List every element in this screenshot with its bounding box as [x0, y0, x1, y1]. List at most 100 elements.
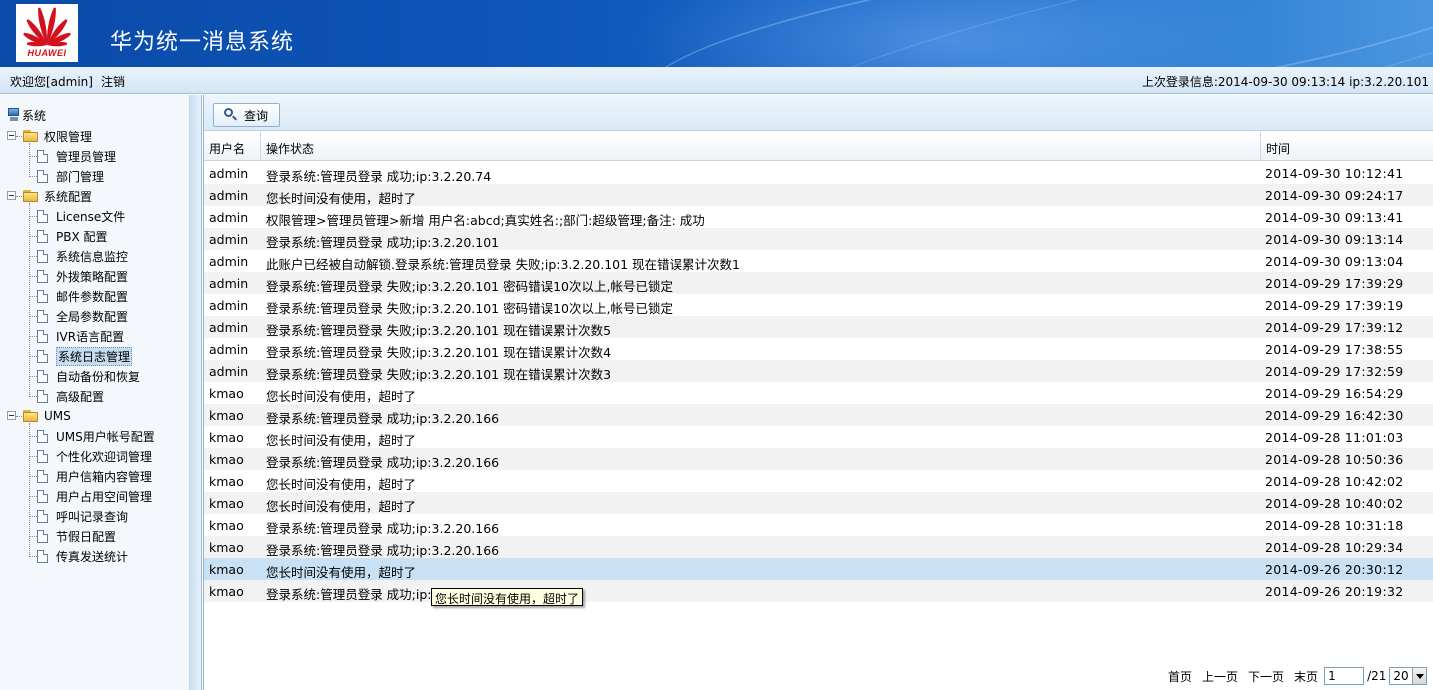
- collapse-toggle-icon[interactable]: [7, 411, 16, 420]
- logo-text: HUAWEI: [27, 48, 67, 58]
- tree-connector: [29, 536, 37, 537]
- tree-item[interactable]: 邮件参数配置: [37, 287, 128, 305]
- table-row[interactable]: kmao 您长时间没有使用，超时了 2014-09-28 10:40:02: [204, 492, 1433, 514]
- cell-status: 此账户已经被自动解锁.登录系统:管理员登录 失败;ip:3.2.20.101 现…: [266, 257, 741, 272]
- document-icon: [37, 389, 48, 403]
- table-header: 用户名 操作状态 时间: [204, 132, 1433, 161]
- next-page-link[interactable]: 下一页: [1248, 668, 1284, 685]
- collapse-toggle-icon[interactable]: [7, 191, 16, 200]
- cell-username: admin: [209, 298, 249, 313]
- cell-status: 您长时间没有使用，超时了: [266, 191, 417, 206]
- table-row[interactable]: admin 登录系统:管理员登录 失败;ip:3.2.20.101 现在错误累计次…: [204, 316, 1433, 338]
- last-page-link[interactable]: 末页: [1294, 668, 1318, 685]
- tree-item[interactable]: 节假日配置: [37, 527, 116, 545]
- tree-root-system[interactable]: 系统: [8, 107, 46, 123]
- logout-link[interactable]: 注销: [101, 73, 125, 90]
- document-icon: [37, 509, 48, 523]
- prev-page-link[interactable]: 上一页: [1202, 668, 1238, 685]
- cell-time: 2014-09-26 20:19:32: [1265, 584, 1404, 599]
- cell-time: 2014-09-29 16:54:29: [1265, 386, 1404, 401]
- tree-item[interactable]: 传真发送统计: [37, 547, 128, 565]
- tree-item[interactable]: 高级配置: [37, 387, 104, 405]
- row-tooltip: 您长时间没有使用，超时了: [431, 588, 584, 606]
- tree-item[interactable]: 自动备份和恢复: [37, 367, 140, 385]
- table-row[interactable]: admin 登录系统:管理员登录 失败;ip:3.2.20.101 现在错误累计次…: [204, 338, 1433, 360]
- table-row[interactable]: kmao 您长时间没有使用，超时了 2014-09-26 20:30:12: [204, 558, 1433, 580]
- tree-item-label: 个性化欢迎词管理: [56, 449, 153, 464]
- table-row[interactable]: admin 登录系统:管理员登录 失败;ip:3.2.20.101 密码错误10次…: [204, 272, 1433, 294]
- cell-time: 2014-09-30 09:13:14: [1265, 232, 1404, 247]
- cell-username: admin: [209, 166, 249, 181]
- cell-username: kmao: [209, 584, 244, 599]
- tree-connector: [29, 496, 37, 497]
- column-header-time[interactable]: 时间: [1266, 140, 1290, 157]
- tree-item[interactable]: 外拨策略配置: [37, 267, 128, 285]
- cell-username: kmao: [209, 408, 244, 423]
- welcome-text: 欢迎您[admin]: [10, 75, 93, 89]
- main-panel: 查询 用户名 操作状态 时间 admin 登录系统:管理员登录 成功;ip:3.2…: [203, 95, 1433, 690]
- folder-open-icon: [22, 189, 40, 203]
- table-row[interactable]: admin 权限管理>管理员管理>新增 用户名:abcd;真实姓名:;部门:超级管…: [204, 206, 1433, 228]
- column-header-status[interactable]: 操作状态: [266, 140, 314, 157]
- tree-item[interactable]: PBX 配置: [37, 227, 108, 245]
- tree-item[interactable]: UMS用户帐号配置: [37, 427, 155, 445]
- cell-time: 2014-09-28 11:01:03: [1265, 430, 1404, 445]
- table-row[interactable]: admin 此账户已经被自动解锁.登录系统:管理员登录 失败;ip:3.2.20.…: [204, 250, 1433, 272]
- table-row[interactable]: kmao 登录系统:管理员登录 成功;ip:3.2.20.166 2014-09-2…: [204, 536, 1433, 558]
- table-row[interactable]: admin 登录系统:管理员登录 失败;ip:3.2.20.101 密码错误10次…: [204, 294, 1433, 316]
- page-size-select[interactable]: 20: [1389, 667, 1428, 685]
- cell-time: 2014-09-29 17:38:55: [1265, 342, 1404, 357]
- tree-item[interactable]: 部门管理: [37, 167, 104, 185]
- column-header-username[interactable]: 用户名: [209, 140, 245, 157]
- column-divider[interactable]: [260, 132, 261, 160]
- cell-username: admin: [209, 320, 249, 335]
- page-number-input[interactable]: [1324, 667, 1365, 685]
- cell-time: 2014-09-28 10:31:18: [1265, 518, 1404, 533]
- table-row[interactable]: admin 登录系统:管理员登录 成功;ip:3.2.20.74 2014-09-3…: [204, 162, 1433, 184]
- table-row[interactable]: kmao 登录系统:管理员登录 成功;ip:3.2.20.166 2014-09-2…: [204, 404, 1433, 426]
- tree-group[interactable]: 权限管理: [22, 127, 92, 145]
- cell-username: admin: [209, 210, 249, 225]
- query-button-label: 查询: [244, 108, 269, 123]
- tree-item[interactable]: 呼叫记录查询: [37, 507, 128, 525]
- query-button[interactable]: 查询: [213, 103, 280, 127]
- sidebar-tree: 系统 权限管理管理员管理部门管理系统配置 License文件 PBX 配置系统信息…: [0, 95, 190, 690]
- table-row[interactable]: kmao 您长时间没有使用，超时了 2014-09-28 10:42:02: [204, 470, 1433, 492]
- cell-username: admin: [209, 276, 249, 291]
- computer-icon: [8, 108, 20, 122]
- tree-item[interactable]: 用户占用空间管理: [37, 487, 152, 505]
- tree-group-label: 权限管理: [44, 129, 93, 144]
- tree-item-label: 高级配置: [56, 389, 105, 404]
- tree-connector: [29, 296, 37, 297]
- tree-item[interactable]: 系统日志管理: [37, 346, 133, 366]
- tree-item-label: 呼叫记录查询: [56, 509, 129, 524]
- table-row[interactable]: kmao 您长时间没有使用，超时了 2014-09-28 11:01:03: [204, 426, 1433, 448]
- tree-group[interactable]: 系统配置: [22, 187, 92, 205]
- tree-item[interactable]: 管理员管理: [37, 147, 116, 165]
- tree-item-label: PBX 配置: [56, 229, 108, 244]
- document-icon: [37, 249, 48, 263]
- tree-item[interactable]: 个性化欢迎词管理: [37, 447, 152, 465]
- tree-item[interactable]: 全局参数配置: [37, 307, 128, 325]
- column-divider[interactable]: [1260, 132, 1261, 160]
- tree-item[interactable]: 系统信息监控: [37, 247, 128, 265]
- sidebar-splitter[interactable]: [190, 95, 202, 690]
- app-title: 华为统一消息系统: [110, 30, 295, 55]
- table-row[interactable]: admin 您长时间没有使用，超时了 2014-09-30 09:24:17: [204, 184, 1433, 206]
- table-row[interactable]: kmao 您长时间没有使用，超时了 2014-09-29 16:54:29: [204, 382, 1433, 404]
- tree-item[interactable]: 用户信箱内容管理: [37, 467, 152, 485]
- last-login-info: 上次登录信息:2014-09-30 09:13:14 ip:3.2.20.101: [1141, 75, 1429, 89]
- first-page-link[interactable]: 首页: [1168, 668, 1192, 685]
- cell-time: 2014-09-28 10:29:34: [1265, 540, 1404, 555]
- table-row[interactable]: kmao 登录系统:管理员登录 成功;ip:3.2.20.166 2014-09-2…: [204, 514, 1433, 536]
- tree-connector: [29, 276, 37, 277]
- cell-username: admin: [209, 232, 249, 247]
- table-row[interactable]: kmao 登录系统:管理员登录 成功;ip:3.2.20.166 2014-09-2…: [204, 448, 1433, 470]
- collapse-toggle-icon[interactable]: [7, 131, 16, 140]
- table-row[interactable]: kmao 登录系统:管理员登录 成功;ip:3.2.20.166 2014-09-2…: [204, 580, 1433, 602]
- tree-connector: [29, 476, 37, 477]
- tree-item[interactable]: IVR语言配置: [37, 327, 124, 345]
- table-row[interactable]: admin 登录系统:管理员登录 失败;ip:3.2.20.101 现在错误累计次…: [204, 360, 1433, 382]
- table-row[interactable]: admin 登录系统:管理员登录 成功;ip:3.2.20.101 2014-09-…: [204, 228, 1433, 250]
- tree-item[interactable]: License文件: [37, 207, 125, 225]
